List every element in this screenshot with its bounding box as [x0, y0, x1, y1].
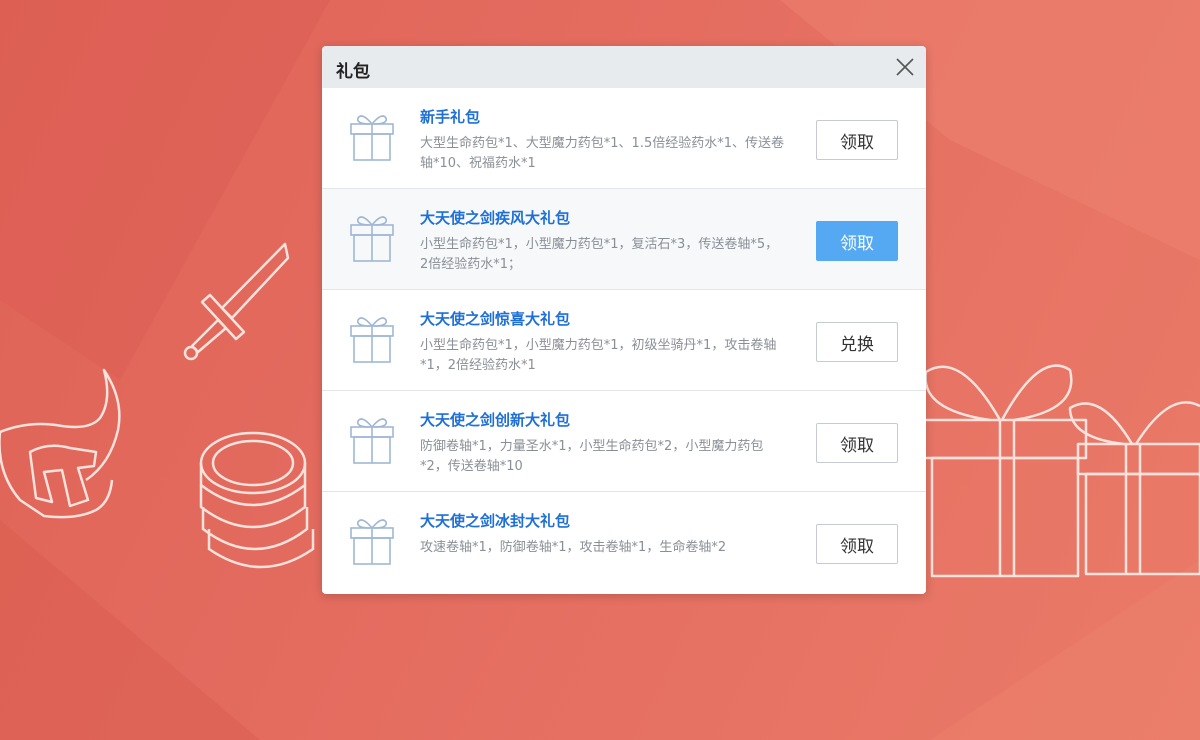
helmet-icon [0, 368, 121, 519]
gift-pack-description: 小型生命药包*1，小型魔力药包*1，复活石*3，传送卷轴*5，2倍经验药水*1； [420, 237, 779, 272]
claim-button[interactable]: 领取 [816, 221, 898, 261]
dialog-titlebar: 礼包 [322, 46, 926, 88]
redeem-button[interactable]: 兑换 [816, 322, 898, 362]
claim-button[interactable]: 领取 [816, 120, 898, 160]
gift-pack-item: 大天使之剑冰封大礼包 攻速卷轴*1，防御卷轴*1，攻击卷轴*1，生命卷轴*2 领… [322, 492, 926, 593]
gift-pack-description: 大型生命药包*1、大型魔力药包*1、1.5倍经验药水*1、传送卷轴*10、祝福药… [420, 136, 784, 171]
gift-pack-name[interactable]: 新手礼包 [420, 106, 480, 127]
dialog-title: 礼包 [336, 62, 370, 82]
gift-pack-name[interactable]: 大天使之剑冰封大礼包 [420, 510, 570, 531]
gift-icon [350, 216, 394, 262]
gift-icon [350, 519, 394, 565]
gift-icon [350, 418, 394, 464]
gift-pack-item: 新手礼包 大型生命药包*1、大型魔力药包*1、1.5倍经验药水*1、传送卷轴*1… [322, 88, 926, 189]
gift-icon [350, 317, 394, 363]
gift-icon [350, 115, 394, 161]
gift-pack-dialog: 礼包 新手礼包 大型生命药包*1、大型魔力药包*1、1.5倍经验药水*1、传送卷… [322, 46, 926, 594]
gift-pack-name[interactable]: 大天使之剑惊喜大礼包 [420, 308, 570, 329]
close-icon[interactable] [894, 56, 916, 78]
gift-pack-name[interactable]: 大天使之剑疾风大礼包 [420, 207, 570, 228]
gift-pack-description: 防御卷轴*1，力量圣水*1，小型生命药包*2，小型魔力药包*2，传送卷轴*10 [420, 439, 764, 474]
gift-pack-description: 小型生命药包*1，小型魔力药包*1，初级坐骑丹*1，攻击卷轴*1，2倍经验药水*… [420, 338, 777, 373]
gift-pack-description: 攻速卷轴*1，防御卷轴*1，攻击卷轴*1，生命卷轴*2 [420, 540, 727, 555]
claim-button[interactable]: 领取 [816, 524, 898, 564]
gift-pack-item: 大天使之剑创新大礼包 防御卷轴*1，力量圣水*1，小型生命药包*2，小型魔力药包… [322, 391, 926, 492]
gift-pack-name[interactable]: 大天使之剑创新大礼包 [420, 409, 570, 430]
coin-stack-icon [199, 431, 315, 569]
gift-pack-item: 大天使之剑疾风大礼包 小型生命药包*1，小型魔力药包*1，复活石*3，传送卷轴*… [322, 189, 926, 290]
gift-pack-item: 大天使之剑惊喜大礼包 小型生命药包*1，小型魔力药包*1，初级坐骑丹*1，攻击卷… [322, 290, 926, 391]
gift-pack-list: 新手礼包 大型生命药包*1、大型魔力药包*1、1.5倍经验药水*1、传送卷轴*1… [322, 88, 926, 593]
gift-box-icon [920, 364, 1200, 578]
sword-icon [183, 242, 290, 361]
claim-button[interactable]: 领取 [816, 423, 898, 463]
